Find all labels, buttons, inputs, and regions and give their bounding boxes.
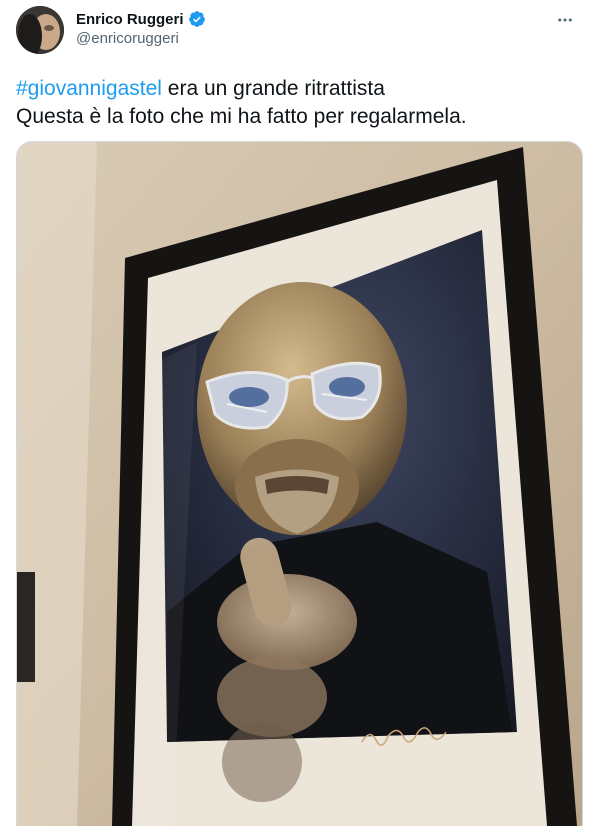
tweet: Enrico Ruggeri @enricoruggeri #giovannig… <box>0 0 591 826</box>
author-block: Enrico Ruggeri @enricoruggeri <box>76 10 206 47</box>
hashtag-link[interactable]: #giovannigastel <box>16 77 162 100</box>
tweet-photo[interactable] <box>16 141 583 826</box>
author-handle[interactable]: @enricoruggeri <box>76 30 206 47</box>
name-row: Enrico Ruggeri <box>76 10 206 28</box>
verified-badge-icon <box>188 10 206 28</box>
tweet-line-1: #giovannigastel era un grande ritrattist… <box>16 75 576 103</box>
more-options-button[interactable] <box>553 8 577 32</box>
framed-portrait-image <box>17 142 582 826</box>
avatar[interactable] <box>16 6 64 54</box>
tweet-text: #giovannigastel era un grande ritrattist… <box>16 75 576 131</box>
author-name[interactable]: Enrico Ruggeri <box>76 11 184 28</box>
tweet-line-1-text: era un grande ritrattista <box>161 77 385 100</box>
tweet-line-2: Questa è la foto che mi ha fatto per reg… <box>16 105 467 128</box>
avatar-image <box>16 6 64 54</box>
more-options-icon <box>558 18 572 22</box>
